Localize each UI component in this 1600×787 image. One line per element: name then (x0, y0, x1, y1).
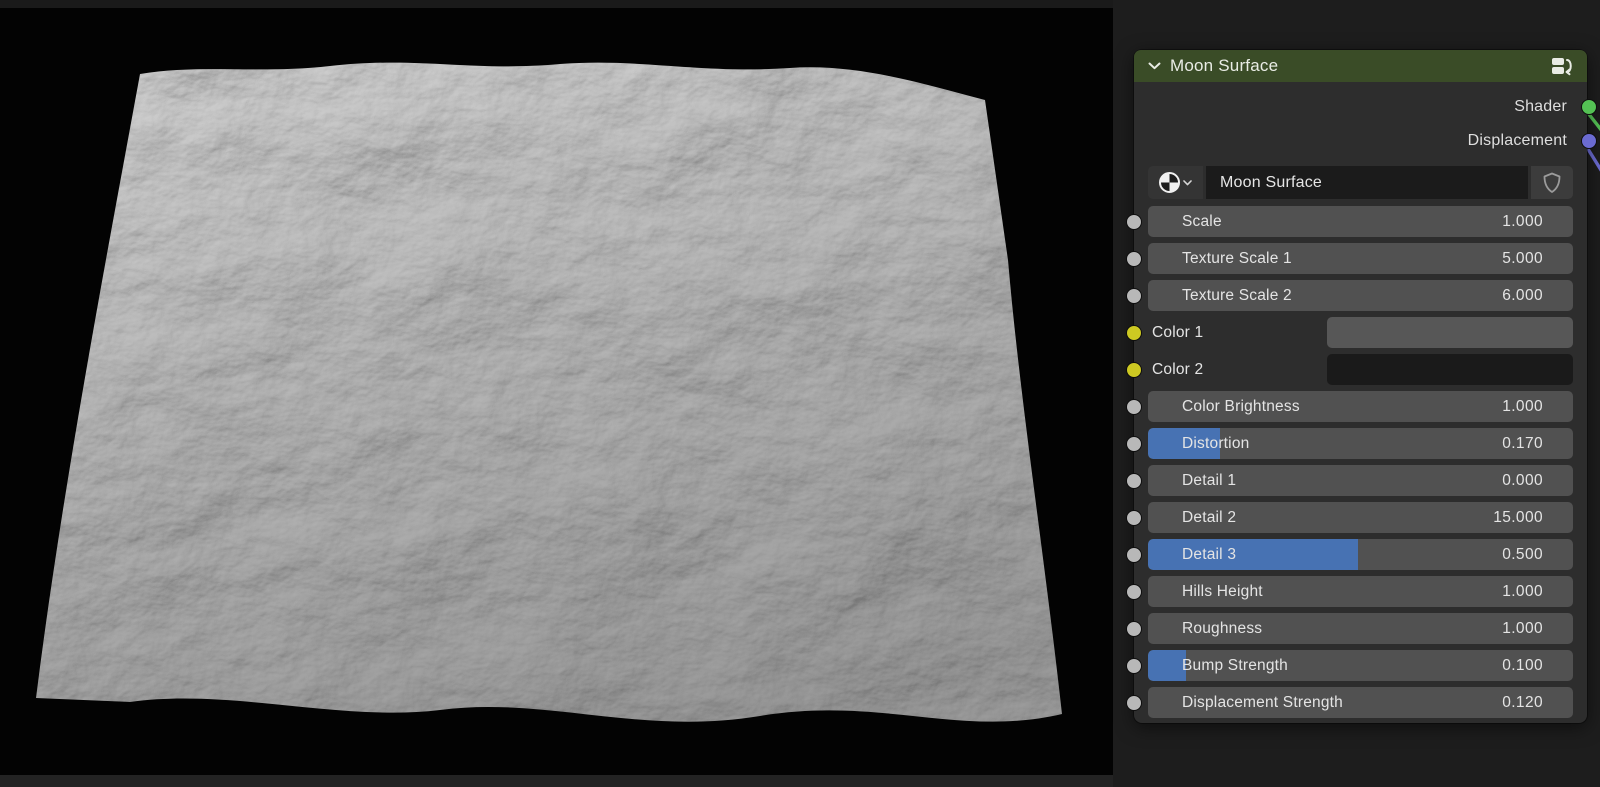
gray-input-socket[interactable] (1126, 288, 1142, 304)
param-row-texture-scale-2: Texture Scale 2 6.000 (1148, 280, 1573, 311)
node-group-icon (1551, 56, 1575, 76)
yellow-input-socket[interactable] (1126, 362, 1142, 378)
slider-label: Texture Scale 2 (1182, 287, 1292, 305)
slider-value: 6.000 (1502, 287, 1543, 305)
slider-label: Scale (1182, 213, 1222, 231)
shader-output-socket[interactable] (1581, 99, 1597, 115)
fake-user-button[interactable] (1531, 166, 1573, 199)
shield-icon (1541, 171, 1563, 195)
param-row-displacement-strength: Displacement Strength 0.120 (1148, 687, 1573, 718)
output-row-displacement: Displacement (1134, 124, 1567, 158)
node-header[interactable]: Moon Surface (1134, 50, 1587, 82)
slider-value: 0.170 (1502, 435, 1543, 453)
gray-input-socket[interactable] (1126, 436, 1142, 452)
material-sphere-icon (1159, 172, 1180, 193)
chevron-down-icon (1183, 180, 1192, 186)
param-row-roughness: Roughness 1.000 (1148, 613, 1573, 644)
param-row-detail-3: Detail 3 0.500 (1148, 539, 1573, 570)
param-row-hills-height: Hills Height 1.000 (1148, 576, 1573, 607)
color-swatch-color-2[interactable] (1327, 354, 1573, 385)
param-row-color-brightness: Color Brightness 1.000 (1148, 391, 1573, 422)
slider-roughness[interactable]: Roughness 1.000 (1148, 613, 1573, 644)
moon-surface-node-group[interactable]: Moon Surface Shader Displacement (1134, 50, 1587, 723)
slider-label: Texture Scale 1 (1182, 250, 1292, 268)
gray-input-socket[interactable] (1126, 621, 1142, 637)
slider-label: Detail 2 (1182, 509, 1236, 527)
slider-texture-scale-1[interactable]: Texture Scale 1 5.000 (1148, 243, 1573, 274)
slider-label: Color Brightness (1182, 398, 1300, 416)
param-row-bump-strength: Bump Strength 0.100 (1148, 650, 1573, 681)
slider-value: 1.000 (1502, 213, 1543, 231)
gray-input-socket[interactable] (1126, 695, 1142, 711)
color-swatch-color-1[interactable] (1327, 317, 1573, 348)
node-group-selector: Moon Surface (1148, 166, 1573, 199)
slider-fill (1148, 650, 1186, 681)
slider-value: 1.000 (1502, 620, 1543, 638)
param-row-scale: Scale 1.000 (1148, 206, 1573, 237)
gray-input-socket[interactable] (1126, 214, 1142, 230)
slider-displacement-strength[interactable]: Displacement Strength 0.120 (1148, 687, 1573, 718)
slider-value: 0.100 (1502, 657, 1543, 675)
gray-input-socket[interactable] (1126, 584, 1142, 600)
gray-input-socket[interactable] (1126, 547, 1142, 563)
slider-value: 1.000 (1502, 583, 1543, 601)
viewport-bottom-strip (0, 775, 1113, 787)
gray-input-socket[interactable] (1126, 658, 1142, 674)
slider-value: 15.000 (1493, 509, 1543, 527)
gray-input-socket[interactable] (1126, 510, 1142, 526)
blender-window: Moon Surface Shader Displacement (0, 0, 1600, 787)
slider-hills-height[interactable]: Hills Height 1.000 (1148, 576, 1573, 607)
slider-value: 0.500 (1502, 546, 1543, 564)
slider-distortion[interactable]: Distortion 0.170 (1148, 428, 1573, 459)
slider-bump-strength[interactable]: Bump Strength 0.100 (1148, 650, 1573, 681)
output-row-shader: Shader (1134, 90, 1567, 124)
slider-detail-2[interactable]: Detail 2 15.000 (1148, 502, 1573, 533)
slider-label: Distortion (1182, 435, 1249, 453)
slider-value: 0.120 (1502, 694, 1543, 712)
param-row-distortion: Distortion 0.170 (1148, 428, 1573, 459)
node-outputs: Shader Displacement (1134, 82, 1587, 158)
viewport-top-strip (0, 0, 1113, 8)
slider-value: 5.000 (1502, 250, 1543, 268)
slider-color-brightness[interactable]: Color Brightness 1.000 (1148, 391, 1573, 422)
slider-label: Bump Strength (1182, 657, 1288, 675)
slider-label: Hills Height (1182, 583, 1263, 601)
param-row-detail-2: Detail 2 15.000 (1148, 502, 1573, 533)
moon-terrain-render (0, 0, 1113, 787)
gray-input-socket[interactable] (1126, 473, 1142, 489)
slider-detail-3[interactable]: Detail 3 0.500 (1148, 539, 1573, 570)
node-title: Moon Surface (1170, 56, 1551, 76)
slider-label: Detail 1 (1182, 472, 1236, 490)
displacement-output-label: Displacement (1468, 132, 1567, 150)
displacement-output-socket[interactable] (1581, 133, 1597, 149)
slider-label: Roughness (1182, 620, 1262, 638)
nodegroup-name-field[interactable]: Moon Surface (1206, 166, 1528, 199)
slider-label: Displacement Strength (1182, 694, 1343, 712)
browse-nodegroup-button[interactable] (1148, 166, 1203, 199)
yellow-input-socket[interactable] (1126, 325, 1142, 341)
slider-value: 1.000 (1502, 398, 1543, 416)
slider-fill (1148, 539, 1358, 570)
color-input-label: Color 2 (1152, 361, 1203, 379)
param-row-color-2: Color 2 (1148, 354, 1573, 385)
parameter-rows: Scale1.000Texture Scale 15.000Texture Sc… (1148, 206, 1573, 718)
slider-scale[interactable]: Scale 1.000 (1148, 206, 1573, 237)
slider-value: 0.000 (1502, 472, 1543, 490)
param-row-color-1: Color 1 (1148, 317, 1573, 348)
param-row-texture-scale-1: Texture Scale 1 5.000 (1148, 243, 1573, 274)
shader-output-label: Shader (1514, 98, 1567, 116)
gray-input-socket[interactable] (1126, 251, 1142, 267)
slider-detail-1[interactable]: Detail 1 0.000 (1148, 465, 1573, 496)
render-viewport[interactable] (0, 0, 1113, 787)
slider-texture-scale-2[interactable]: Texture Scale 2 6.000 (1148, 280, 1573, 311)
shader-node-editor[interactable]: Moon Surface Shader Displacement (1113, 0, 1600, 787)
slider-label: Detail 3 (1182, 546, 1236, 564)
param-row-detail-1: Detail 1 0.000 (1148, 465, 1573, 496)
gray-input-socket[interactable] (1126, 399, 1142, 415)
color-input-label: Color 1 (1152, 324, 1203, 342)
collapse-chevron-icon[interactable] (1148, 62, 1161, 70)
